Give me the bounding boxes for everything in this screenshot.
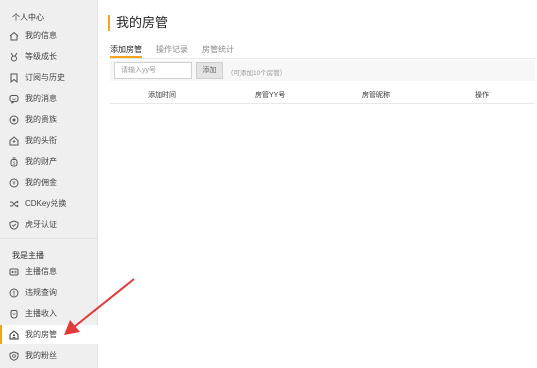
sidebar-item-label: 违规查询 bbox=[25, 288, 57, 297]
sidebar-item-label: 我的房管 bbox=[25, 330, 57, 339]
sidebar-item-my-assets[interactable]: $ 我的财产 bbox=[0, 152, 98, 171]
sidebar-item-label: 我的信息 bbox=[25, 31, 57, 40]
title-icon bbox=[9, 135, 19, 146]
warning-icon bbox=[9, 288, 19, 298]
page-title: 我的房管 bbox=[108, 15, 168, 31]
sidebar-item-label: 等级成长 bbox=[25, 52, 57, 61]
wallet-icon: $ bbox=[9, 157, 19, 167]
sidebar-item-label: 我的佣金 bbox=[25, 178, 57, 187]
sidebar-item-my-room-managers[interactable]: 我的房管 bbox=[0, 325, 98, 344]
tab-add-manager[interactable]: 添加房管 bbox=[110, 44, 142, 58]
yy-number-input[interactable] bbox=[114, 62, 192, 79]
sidebar-divider bbox=[0, 238, 97, 239]
column-header-manager-yy: 房管YY号 bbox=[255, 92, 286, 99]
sidebar-item-my-messages[interactable]: 我的消息 bbox=[0, 89, 98, 108]
shuffle-icon bbox=[9, 199, 19, 209]
sidebar-item-label: 主播收入 bbox=[25, 309, 57, 318]
sidebar-item-cdkey-redeem[interactable]: CDKey兑换 bbox=[0, 194, 98, 213]
noble-icon bbox=[9, 115, 19, 125]
personal-center-title: 个人中心 bbox=[12, 13, 44, 22]
sidebar-item-huya-verification[interactable]: 虎牙认证 bbox=[0, 215, 98, 234]
sidebar-item-anchor-income[interactable]: 主播收入 bbox=[0, 304, 98, 323]
managers-table-header: 添加时间 房管YY号 房管昵称 操作 bbox=[110, 85, 535, 104]
home-icon bbox=[9, 31, 19, 41]
sidebar-item-my-title[interactable]: 我的头衔 bbox=[0, 131, 98, 150]
svg-text:¥: ¥ bbox=[12, 181, 15, 187]
sidebar-item-label: 我的贵族 bbox=[25, 115, 57, 124]
add-manager-toolbar: 添加 （可添加10个房管） bbox=[110, 60, 535, 81]
tab-bar: 添加房管 操作记录 房管统计 bbox=[110, 44, 248, 58]
sidebar-item-my-commission[interactable]: ¥ 我的佣金 bbox=[0, 173, 98, 192]
tab-operation-log[interactable]: 操作记录 bbox=[156, 44, 188, 58]
sidebar-item-label: 我的头衔 bbox=[25, 136, 57, 145]
limit-hint: （可添加10个房管） bbox=[227, 70, 287, 77]
sidebar-item-level-growth[interactable]: 等级成长 bbox=[0, 47, 98, 66]
sidebar-item-label: 我的粉丝 bbox=[25, 351, 57, 360]
sidebar-item-anchor-info[interactable]: 主播信息 bbox=[0, 262, 98, 281]
message-icon bbox=[9, 94, 19, 104]
income-icon bbox=[9, 309, 19, 319]
sidebar-item-label: 我的消息 bbox=[25, 94, 57, 103]
sidebar-item-label: 虎牙认证 bbox=[25, 220, 57, 229]
verified-shield-icon bbox=[9, 219, 19, 230]
sidebar: 个人中心 我的信息 等级成长 订阅与历史 我的消息 我的贵族 我的头衔 $ 我的… bbox=[0, 0, 98, 368]
house-user-icon bbox=[9, 329, 19, 340]
coin-icon: ¥ bbox=[9, 178, 19, 188]
sidebar-item-subscriptions-history[interactable]: 订阅与历史 bbox=[0, 68, 98, 87]
tabs-divider bbox=[110, 58, 535, 59]
add-button[interactable]: 添加 bbox=[196, 62, 223, 79]
medal-icon bbox=[9, 52, 19, 62]
sidebar-item-my-info[interactable]: 我的信息 bbox=[0, 26, 98, 45]
sidebar-item-label: CDKey兑换 bbox=[25, 199, 67, 208]
column-header-manager-nickname: 房管昵称 bbox=[362, 92, 390, 99]
id-card-icon bbox=[9, 267, 19, 277]
sidebar-item-label: 订阅与历史 bbox=[25, 73, 65, 82]
svg-text:$: $ bbox=[13, 160, 16, 166]
bookmark-icon bbox=[9, 73, 19, 83]
column-header-add-time: 添加时间 bbox=[148, 92, 176, 99]
column-header-actions: 操作 bbox=[475, 92, 489, 99]
anchor-section-title: 我是主播 bbox=[12, 251, 44, 260]
sidebar-item-label: 主播信息 bbox=[25, 267, 57, 276]
tab-manager-stats[interactable]: 房管统计 bbox=[202, 44, 234, 58]
fans-shield-icon bbox=[9, 350, 19, 361]
sidebar-item-violation-query[interactable]: 违规查询 bbox=[0, 283, 98, 302]
sidebar-item-my-noble[interactable]: 我的贵族 bbox=[0, 110, 98, 129]
sidebar-item-label: 我的财产 bbox=[25, 157, 57, 166]
sidebar-item-my-fans[interactable]: 我的粉丝 bbox=[0, 346, 98, 365]
